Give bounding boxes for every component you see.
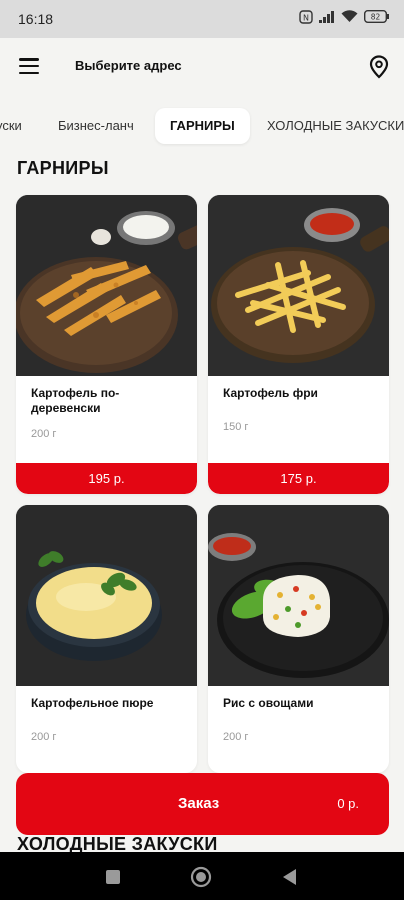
battery-level: 82: [371, 13, 381, 22]
status-time: 16:18: [18, 11, 54, 27]
product-card[interactable]: Картофель фри 150 г 175 р.: [208, 195, 389, 494]
system-nav-bar: [0, 852, 404, 900]
back-icon[interactable]: [281, 868, 297, 891]
product-image: [208, 505, 389, 686]
order-button[interactable]: Заказ 0 р.: [16, 773, 389, 835]
category-tabs: уски Бизнес-ланч ГАРНИРЫ ХОЛОДНЫЕ ЗАКУСК…: [0, 104, 404, 148]
product-name: Картофель по-деревенски: [31, 386, 120, 415]
order-label: Заказ: [178, 795, 220, 812]
tab-business-lunch[interactable]: Бизнес-ланч: [58, 108, 134, 144]
product-image: [16, 195, 197, 376]
tab-cold-appetizers[interactable]: ХОЛОДНЫЕ ЗАКУСКИ: [267, 108, 404, 144]
hamburger-menu-icon[interactable]: [19, 58, 39, 74]
tab-partial-left[interactable]: уски: [0, 108, 22, 144]
product-weight: 200 г: [223, 731, 249, 743]
address-selector[interactable]: Выберите адрес: [75, 58, 182, 73]
recents-icon[interactable]: [105, 869, 121, 890]
nfc-icon: N: [299, 9, 313, 29]
product-price-button[interactable]: 175 р.: [208, 463, 389, 494]
product-image: [208, 195, 389, 376]
product-name: Картофельное пюре: [31, 696, 154, 710]
product-weight: 200 г: [31, 428, 57, 440]
product-name: Рис с овощами: [223, 696, 314, 710]
product-card[interactable]: Картофель по-деревенски 200 г 195 р.: [16, 195, 197, 494]
signal-icon: [319, 10, 335, 28]
status-icons: N 82: [299, 9, 390, 29]
svg-text:N: N: [303, 13, 309, 22]
product-card[interactable]: Рис с овощами 200 г: [208, 505, 389, 773]
app-screen: 16:18 N 82 Выберите адрес уски Биз: [0, 0, 404, 900]
status-bar: 16:18 N 82: [0, 0, 404, 38]
product-weight: 200 г: [31, 731, 57, 743]
section-title: ГАРНИРЫ: [17, 158, 109, 178]
battery-icon: 82: [363, 9, 390, 28]
tab-garnishes[interactable]: ГАРНИРЫ: [155, 108, 250, 144]
map-pin-icon[interactable]: [369, 55, 389, 84]
product-price-button[interactable]: 195 р.: [16, 463, 197, 494]
product-image: [16, 505, 197, 686]
wifi-icon: [341, 10, 358, 28]
product-weight: 150 г: [223, 421, 249, 433]
order-total: 0 р.: [337, 796, 359, 811]
product-card[interactable]: Картофельное пюре 200 г: [16, 505, 197, 773]
product-name: Картофель фри: [223, 386, 318, 400]
home-icon[interactable]: [190, 866, 212, 893]
app-header: Выберите адрес: [0, 38, 404, 98]
